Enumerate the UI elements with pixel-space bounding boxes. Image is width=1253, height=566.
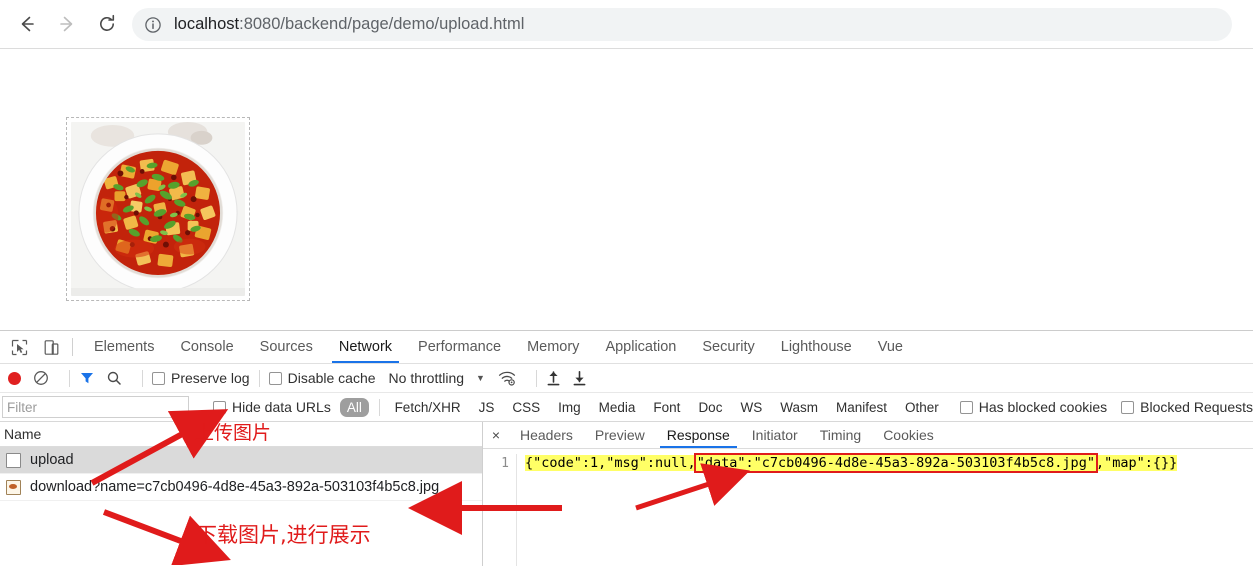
reload-icon [100, 14, 115, 31]
back-button[interactable] [10, 7, 44, 41]
uploaded-image-preview [71, 122, 245, 296]
column-header-name[interactable]: Name [4, 426, 41, 442]
arrow-left-icon [21, 16, 34, 32]
type-filter-font[interactable]: Font [648, 399, 685, 416]
hide-data-urls-label: Hide data URLs [232, 399, 331, 415]
image-file-icon [6, 479, 21, 495]
url-host: localhost [174, 15, 240, 33]
detail-tab-preview[interactable]: Preview [584, 422, 656, 448]
checkbox-icon [152, 371, 165, 385]
preserve-log-checkbox[interactable]: Preserve log [152, 370, 250, 386]
request-name: upload [30, 452, 74, 468]
request-list: Name upload download?name=c7cb0496-4d8e-… [0, 422, 483, 566]
reload-button[interactable] [90, 7, 124, 41]
toolbar-divider [258, 369, 260, 387]
inspect-element-icon[interactable] [6, 334, 32, 360]
toolbar-divider [535, 369, 537, 387]
response-segment-close: ,"map":{}} [1095, 455, 1178, 471]
response-json-text[interactable]: {"code":1,"msg":null,"data":"c7cb0496-4d… [517, 453, 1178, 566]
clear-circle-slash-icon[interactable] [33, 370, 49, 386]
type-filter-js[interactable]: JS [474, 399, 500, 416]
filter-input[interactable] [2, 396, 189, 418]
import-har-up-arrow-icon[interactable] [546, 370, 561, 386]
url-text: localhost:8080/backend/page/demo/upload.… [174, 15, 524, 34]
checkbox-icon [213, 400, 226, 414]
tab-memory[interactable]: Memory [514, 331, 592, 363]
tab-security[interactable]: Security [689, 331, 767, 363]
request-list-header: Name [0, 422, 482, 447]
response-segment-open: {"code":1,"msg":null, [525, 455, 696, 471]
chevron-down-icon[interactable]: ▼ [476, 373, 485, 383]
detail-tab-timing[interactable]: Timing [809, 422, 873, 448]
forward-button[interactable] [50, 7, 84, 41]
browser-toolbar: localhost:8080/backend/page/demo/upload.… [0, 0, 1253, 49]
type-filter-css[interactable]: CSS [507, 399, 545, 416]
web-page-viewport [0, 49, 1253, 330]
detail-tab-initiator[interactable]: Initiator [741, 422, 809, 448]
response-data-field-highlight: "data":"c7cb0496-4d8e-45a3-892a-503103f4… [693, 453, 1098, 473]
disable-cache-label: Disable cache [287, 370, 376, 386]
network-split-view: Name upload download?name=c7cb0496-4d8e-… [0, 422, 1253, 566]
funnel-filter-icon[interactable] [79, 370, 95, 386]
type-filter-fetch-xhr[interactable]: Fetch/XHR [390, 399, 466, 416]
detail-tab-cookies[interactable]: Cookies [872, 422, 945, 448]
type-filter-img[interactable]: Img [553, 399, 586, 416]
network-filter-bar: Hide data URLs All Fetch/XHR JS CSS Img … [0, 393, 1253, 422]
checkbox-icon [959, 400, 973, 414]
tab-vue[interactable]: Vue [865, 331, 916, 363]
table-row[interactable]: upload [0, 447, 482, 474]
type-filter-all[interactable]: All [339, 397, 369, 417]
url-path: :8080/backend/page/demo/upload.html [239, 15, 525, 33]
has-blocked-cookies-label: Has blocked cookies [978, 399, 1108, 415]
type-filter-doc[interactable]: Doc [693, 399, 727, 416]
toolbar-divider [72, 338, 73, 356]
address-bar[interactable]: localhost:8080/backend/page/demo/upload.… [132, 8, 1232, 41]
tab-lighthouse[interactable]: Lighthouse [768, 331, 865, 363]
checkbox-icon [1121, 400, 1135, 414]
response-body[interactable]: 1 {"code":1,"msg":null,"data":"c7cb0496-… [483, 449, 1253, 566]
table-row[interactable]: download?name=c7cb0496-4d8e-45a3-892a-50… [0, 474, 482, 501]
detail-tabstrip: × Headers Preview Response Initiator Tim… [483, 422, 1253, 449]
filter-divider [378, 398, 380, 416]
line-number-gutter: 1 [483, 454, 517, 566]
tab-console[interactable]: Console [167, 331, 246, 363]
export-har-down-arrow-icon[interactable] [572, 370, 587, 386]
tab-elements[interactable]: Elements [81, 331, 167, 363]
type-filter-other[interactable]: Other [900, 399, 944, 416]
arrow-right-icon [60, 16, 73, 32]
blocked-requests-checkbox[interactable]: Blocked Requests [1121, 399, 1253, 415]
document-file-icon [6, 452, 21, 468]
blocked-requests-label: Blocked Requests [1140, 399, 1253, 415]
tab-sources[interactable]: Sources [247, 331, 326, 363]
type-filter-wasm[interactable]: Wasm [775, 399, 823, 416]
request-detail-pane: × Headers Preview Response Initiator Tim… [483, 422, 1253, 566]
toolbar-divider [69, 369, 70, 387]
detail-tab-headers[interactable]: Headers [509, 422, 584, 448]
detail-tab-response[interactable]: Response [656, 422, 741, 448]
tab-network[interactable]: Network [326, 331, 405, 363]
tab-application[interactable]: Application [592, 331, 689, 363]
type-filter-ws[interactable]: WS [735, 399, 767, 416]
type-filter-manifest[interactable]: Manifest [831, 399, 892, 416]
preserve-log-label: Preserve log [171, 370, 250, 386]
disable-cache-checkbox[interactable]: Disable cache [268, 370, 376, 386]
network-conditions-wifi-icon[interactable] [498, 370, 516, 386]
type-filter-media[interactable]: Media [594, 399, 641, 416]
has-blocked-cookies-checkbox[interactable]: Has blocked cookies [959, 399, 1108, 415]
network-toolbar: Preserve log Disable cache No throttling… [0, 364, 1253, 393]
record-stop-icon[interactable] [8, 371, 21, 385]
request-name: download?name=c7cb0496-4d8e-45a3-892a-50… [30, 479, 440, 495]
toolbar-divider [142, 369, 143, 387]
search-magnifier-icon[interactable] [106, 370, 122, 386]
device-toolbar-icon[interactable] [38, 334, 64, 360]
devtools-panel: Elements Console Sources Network Perform… [0, 330, 1253, 566]
throttling-select-value[interactable]: No throttling [389, 370, 464, 386]
hide-data-urls-checkbox[interactable]: Hide data URLs [213, 399, 331, 415]
image-upload-dropzone[interactable] [66, 117, 250, 301]
devtools-tabstrip: Elements Console Sources Network Perform… [0, 331, 1253, 364]
tab-performance[interactable]: Performance [405, 331, 514, 363]
close-icon[interactable]: × [483, 427, 509, 443]
checkbox-icon [268, 371, 282, 385]
info-circle-icon[interactable] [144, 16, 162, 34]
